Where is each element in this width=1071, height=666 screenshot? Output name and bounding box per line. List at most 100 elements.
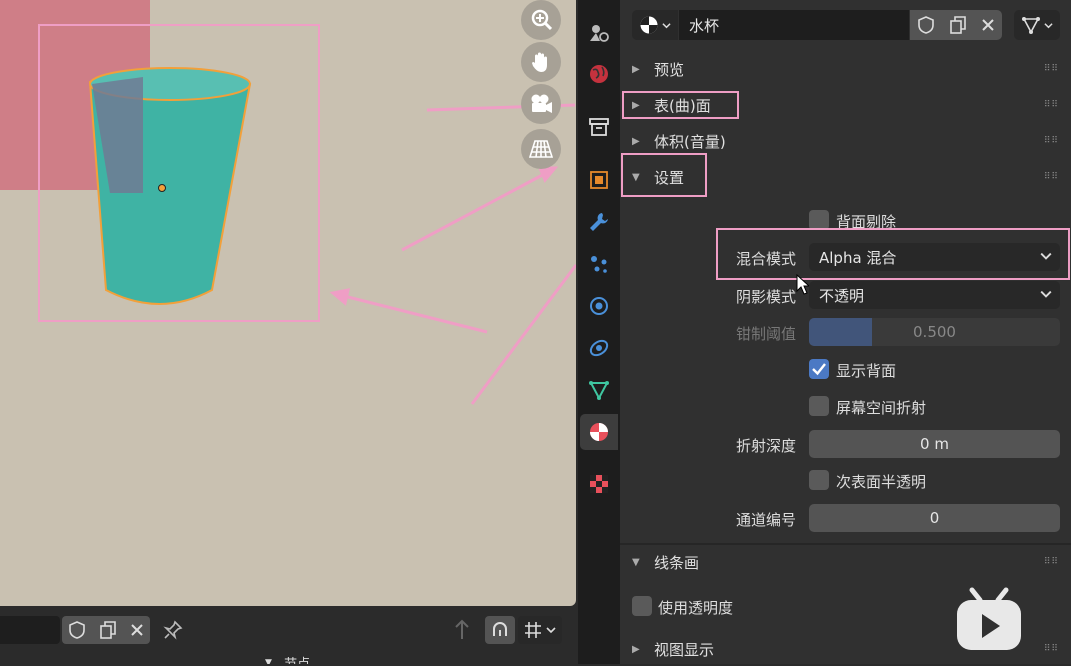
tab-scene[interactable] [580,14,618,50]
collapse-arrow-icon: ▼ [265,658,272,664]
tab-physics[interactable] [580,288,618,324]
clip-threshold-fill [809,318,872,346]
refraction-depth-field[interactable]: 0 m [809,430,1060,458]
chevron-down-icon [662,22,671,28]
chevron-down-icon [1040,290,1052,298]
world-icon [590,65,608,83]
3d-viewport[interactable] [0,0,576,606]
bottom-editor-header: ▼ 节点 [0,606,576,664]
panel-viewport-display-label: 视图显示 [654,640,715,659]
refraction-depth-label: 折射深度 [735,437,796,455]
zoom-icon [531,9,552,31]
shadow-mode-label: 阴影模式 [735,288,796,306]
expand-arrow-icon: ▶ [632,643,640,655]
wrench-icon [590,213,608,231]
chevron-down-icon [1044,22,1053,28]
material-id-actions [910,10,1002,40]
panel-lineart-label: 线条画 [654,553,700,572]
material-name-input[interactable]: 水杯 [679,10,909,40]
panel-lineart[interactable]: ▼ 线条画 ⠿⠿ [620,545,1071,579]
close-icon[interactable] [130,623,144,637]
material-browse-button[interactable] [632,10,678,40]
panel-volume-label: 体积(音量) [654,132,726,151]
panel-preview[interactable]: ▶ 预览 ⠿⠿ [620,52,1071,86]
panel-nodes-label: 节点 [284,657,310,664]
drag-grip-icon[interactable]: ⠿⠿ [1044,557,1059,567]
drag-grip-icon[interactable]: ⠿⠿ [1044,136,1059,146]
tab-data[interactable] [580,372,618,408]
material-sphere-icon [640,16,658,34]
tab-object[interactable] [580,162,618,198]
constraint-icon [589,339,609,357]
particles-icon [591,256,607,273]
pan-tool[interactable] [521,42,561,82]
expand-arrow-icon: ▶ [632,63,640,75]
expand-arrow-icon: ▶ [632,135,640,147]
show-backface-checkbox[interactable] [809,359,829,379]
subsurface-translucency-checkbox[interactable] [809,470,829,490]
drag-grip-icon[interactable]: ⠿⠿ [1044,100,1059,110]
shield-icon[interactable] [68,621,86,639]
object-icon [590,171,608,189]
tab-texture[interactable] [580,466,618,502]
drag-grip-icon[interactable]: ⠿⠿ [1044,64,1059,74]
zoom-tool[interactable] [521,0,561,40]
material-name-field[interactable] [0,616,60,644]
pass-index-field[interactable]: 0 [809,504,1060,532]
clip-threshold-slider[interactable]: 0.500 [809,318,1060,346]
tab-modifiers[interactable] [580,204,618,240]
tab-world[interactable] [580,56,618,92]
mesh-data-icon [589,381,609,401]
duplicate-material-icon[interactable] [949,16,967,34]
grid-icon [529,140,553,158]
physics-icon [590,297,608,315]
camera-icon [531,94,552,113]
collapse-arrow-icon: ▼ [632,556,640,568]
drag-grip-icon[interactable]: ⠿⠿ [1044,172,1059,182]
material-icon [590,423,608,441]
shadow-mode-dropdown[interactable]: 不透明 [809,281,1060,309]
tab-constraints[interactable] [580,330,618,366]
backface-culling-checkbox[interactable] [809,210,829,230]
screen-space-refraction-label: 屏幕空间折射 [836,399,927,417]
pass-index-value: 0 [929,509,940,527]
mouse-cursor-icon [796,274,810,295]
tab-collection[interactable] [580,109,618,145]
highlight-surface [622,91,739,119]
perspective-toggle[interactable] [521,129,561,169]
screen-space-refraction-checkbox[interactable] [809,396,829,416]
hand-icon [532,52,547,72]
subsurface-translucency-label: 次表面半透明 [836,473,927,491]
parent-icon[interactable] [450,618,474,642]
clip-threshold-label: 钳制阈值 [735,325,796,343]
use-transparency-checkbox[interactable] [632,596,652,616]
show-backface-label: 显示背面 [836,362,897,380]
unlink-close-icon[interactable] [981,18,995,32]
material-name: 水杯 [689,16,720,35]
clip-threshold-value: 0.500 [913,323,956,341]
properties-tab-bar [578,0,620,664]
refraction-depth-value: 0 m [920,435,949,453]
duplicate-icon[interactable] [99,621,117,639]
checker-texture-icon [590,475,608,493]
highlight-settings [621,153,707,197]
snap-icon [493,622,507,636]
highlight-blend-mode [716,228,1070,280]
nodes-panel-header[interactable]: ▼ 节点 [255,650,555,664]
snap-toggle[interactable] [485,616,515,644]
chevron-down-icon [546,627,556,634]
node-tree-icon [1022,17,1040,34]
pin-icon[interactable] [163,620,183,640]
drag-grip-icon[interactable]: ⠿⠿ [1044,644,1059,654]
tab-material[interactable] [580,414,618,450]
highlight-cup [38,24,320,322]
snap-target-dropdown[interactable] [518,616,562,644]
fake-user-shield-icon[interactable] [917,16,935,34]
material-actions [62,616,150,644]
collection-box-icon [589,118,609,136]
link-dropdown[interactable] [1014,10,1060,40]
tab-particles[interactable] [580,246,618,282]
camera-tool[interactable] [521,84,561,124]
panel-preview-label: 预览 [654,60,685,79]
grid-snap-icon [525,622,541,638]
